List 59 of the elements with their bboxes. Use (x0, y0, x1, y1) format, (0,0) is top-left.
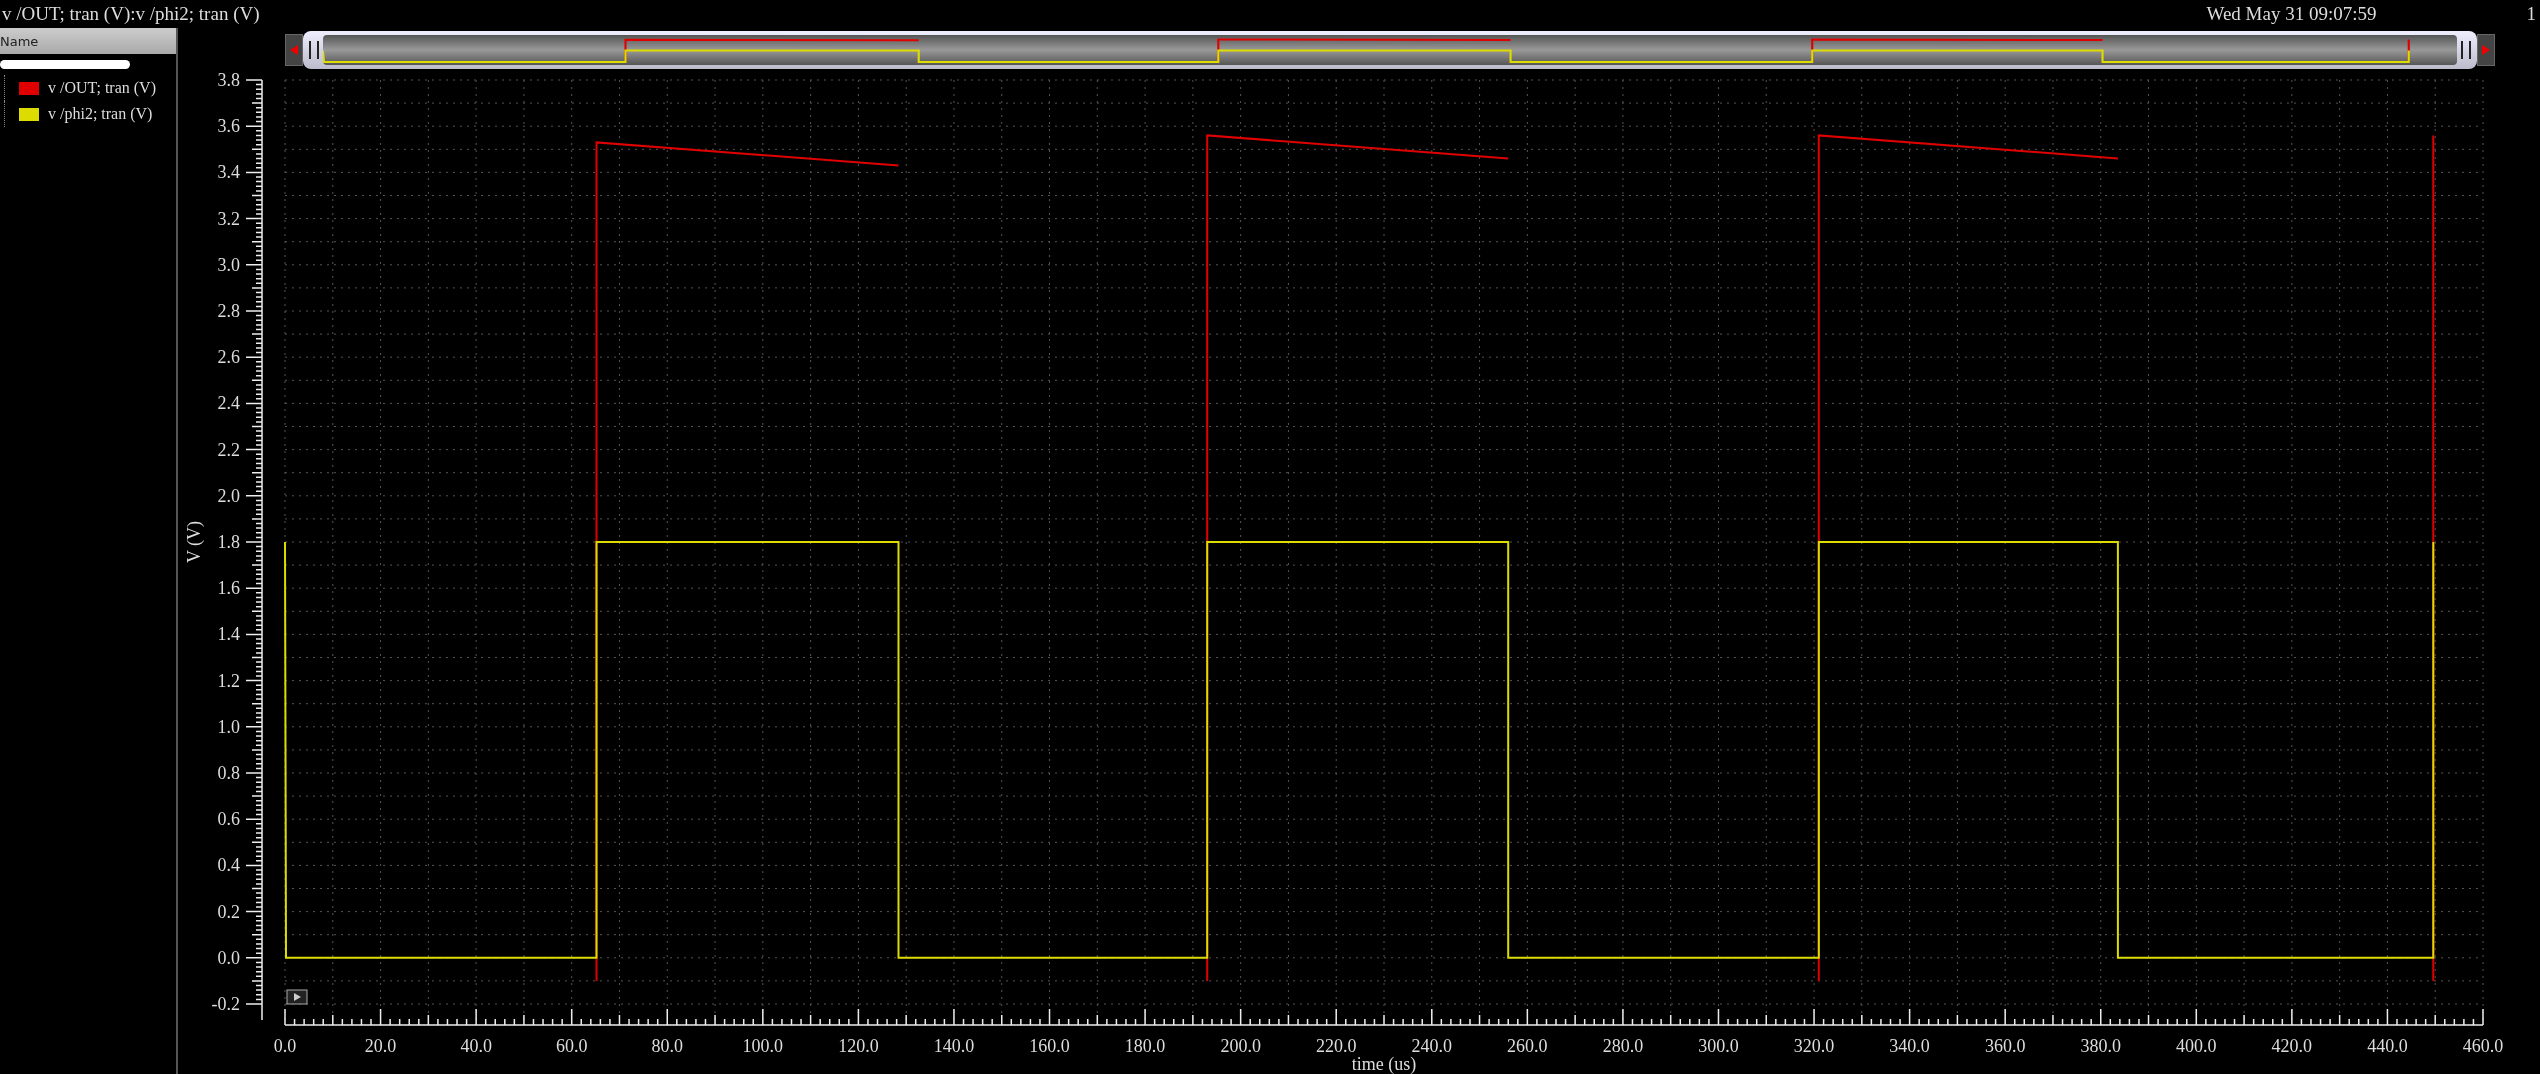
x-tick-label: 240.0 (1411, 1036, 1453, 1056)
column-header: Name (0, 28, 176, 54)
legend-label[interactable]: v /phi2; tran (V) (48, 105, 153, 123)
x-tick-label: 360.0 (1984, 1036, 2026, 1056)
x-tick-label: 0.0 (273, 1036, 297, 1056)
x-tick-label: 40.0 (460, 1036, 492, 1056)
window-title: v /OUT; tran (V):v /phi2; tran (V) (2, 3, 261, 25)
x-tick-label: 400.0 (2176, 1036, 2217, 1056)
y-tick-label: 0.4 (217, 855, 240, 876)
y-tick-label: 2.4 (217, 393, 240, 414)
y-tick-label: 3.2 (217, 208, 240, 229)
y-axis-title: V (V) (184, 520, 204, 564)
x-tick-label: 440.0 (2367, 1036, 2408, 1056)
left-arrow-icon (290, 45, 298, 55)
y-tick-label: 0.2 (217, 901, 240, 922)
y-tick-label: 3.4 (217, 162, 240, 183)
x-tick-label: 220.0 (1315, 1036, 1357, 1056)
y-tick-label: 0.0 (217, 947, 240, 968)
x-tick-label: 20.0 (364, 1036, 397, 1056)
legend-label[interactable]: v /OUT; tran (V) (48, 79, 156, 97)
x-tick-label: 420.0 (2271, 1036, 2313, 1056)
x-tick-label: 280.0 (1602, 1036, 1644, 1056)
x-tick-label: 320.0 (1793, 1036, 1835, 1056)
x-tick-label: 380.0 (2080, 1036, 2121, 1056)
y-tick-label: 1.6 (217, 578, 240, 599)
x-tick-label: 120.0 (838, 1036, 879, 1056)
x-tick-label: 460.0 (2462, 1036, 2504, 1056)
x-tick-label: 340.0 (1889, 1036, 1930, 1056)
edge-text: 1 (2526, 3, 2536, 25)
y-tick-label: 1.8 (217, 532, 240, 552)
x-tick-label: 60.0 (555, 1036, 588, 1056)
grip-icon (309, 41, 319, 59)
y-tick-label: 0.6 (217, 809, 240, 830)
right-arrow-icon (2482, 45, 2490, 55)
y-tick-label: 2.0 (217, 485, 240, 506)
x-tick-label: 80.0 (651, 1036, 683, 1056)
y-tick-label: 1.0 (217, 716, 240, 737)
timestamp: Wed May 31 09:07:59 (2206, 3, 2377, 25)
x-axis-title: time (us) (1351, 1054, 1417, 1074)
x-tick-label: 200.0 (1220, 1036, 1261, 1056)
y-tick-label: 3.8 (217, 72, 240, 90)
y-tick-label: -0.2 (211, 994, 240, 1014)
y-tick-label: 1.2 (217, 670, 240, 691)
x-tick-label: 160.0 (1029, 1036, 1070, 1056)
x-tick-label: 140.0 (933, 1036, 975, 1056)
x-tick-label: 260.0 (1507, 1036, 1548, 1056)
y-tick-label: 1.4 (217, 624, 240, 645)
scroll-handle[interactable] (303, 31, 2477, 69)
y-tick-label: 2.8 (217, 301, 240, 321)
x-tick-label: 180.0 (1124, 1036, 1166, 1056)
play-icon[interactable] (286, 989, 308, 1005)
y-tick-label: 0.8 (217, 763, 240, 783)
x-tick-label: 100.0 (742, 1036, 784, 1056)
y-tick-label: 2.2 (217, 439, 240, 460)
y-tick-label: 2.6 (217, 347, 240, 368)
grip-icon (2461, 41, 2471, 59)
x-tick-label: 300.0 (1698, 1036, 1739, 1056)
y-tick-label: 3.0 (217, 254, 240, 275)
y-tick-label: 3.6 (217, 116, 240, 137)
